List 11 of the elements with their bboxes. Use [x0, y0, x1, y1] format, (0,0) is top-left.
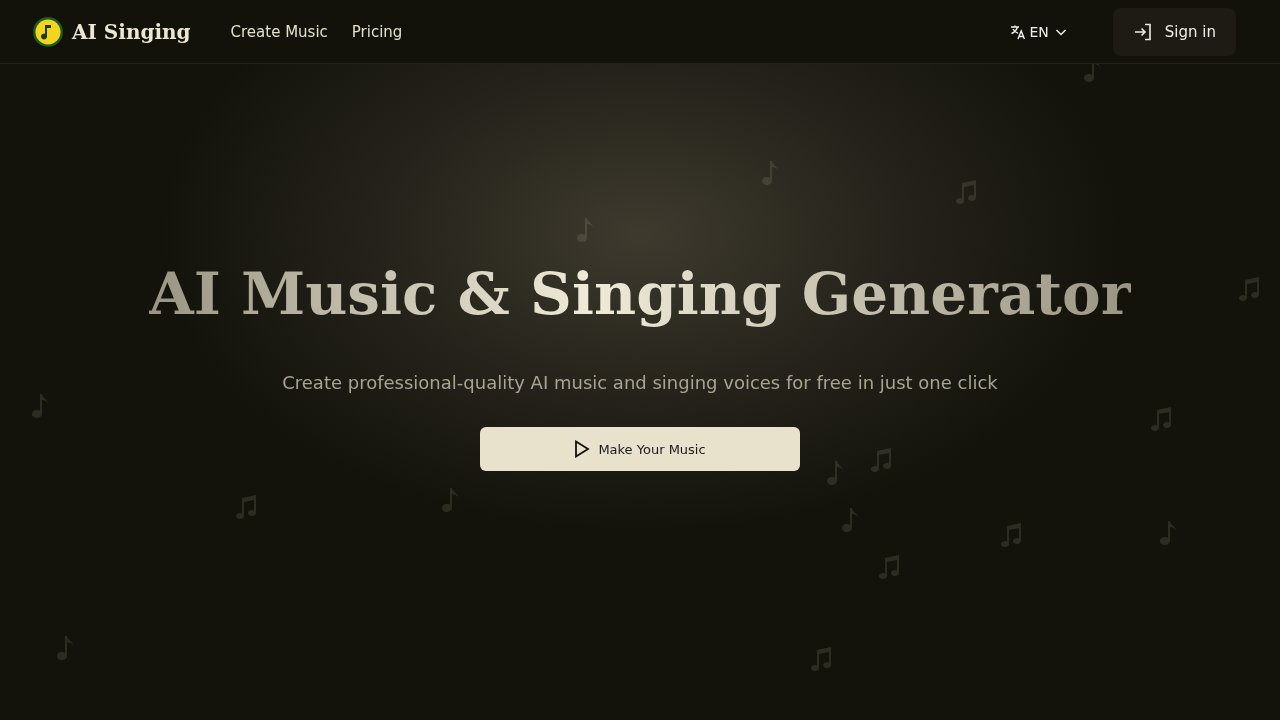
- translate-icon: [1009, 23, 1026, 40]
- sign-in-button[interactable]: Sign in: [1112, 7, 1236, 56]
- sign-in-icon: [1132, 21, 1153, 42]
- language-selector[interactable]: EN: [1009, 23, 1069, 40]
- logo-icon: [32, 15, 64, 48]
- hero-subtitle: Create professional-quality AI music and singing voices for free in just one click: [282, 372, 998, 393]
- brand-name: AI Singing: [72, 19, 191, 44]
- play-icon: [574, 440, 591, 458]
- nav-link[interactable]: Create Music: [230, 22, 328, 41]
- nav-link[interactable]: Pricing: [351, 22, 403, 41]
- make-music-button[interactable]: Make Your Music: [480, 427, 800, 471]
